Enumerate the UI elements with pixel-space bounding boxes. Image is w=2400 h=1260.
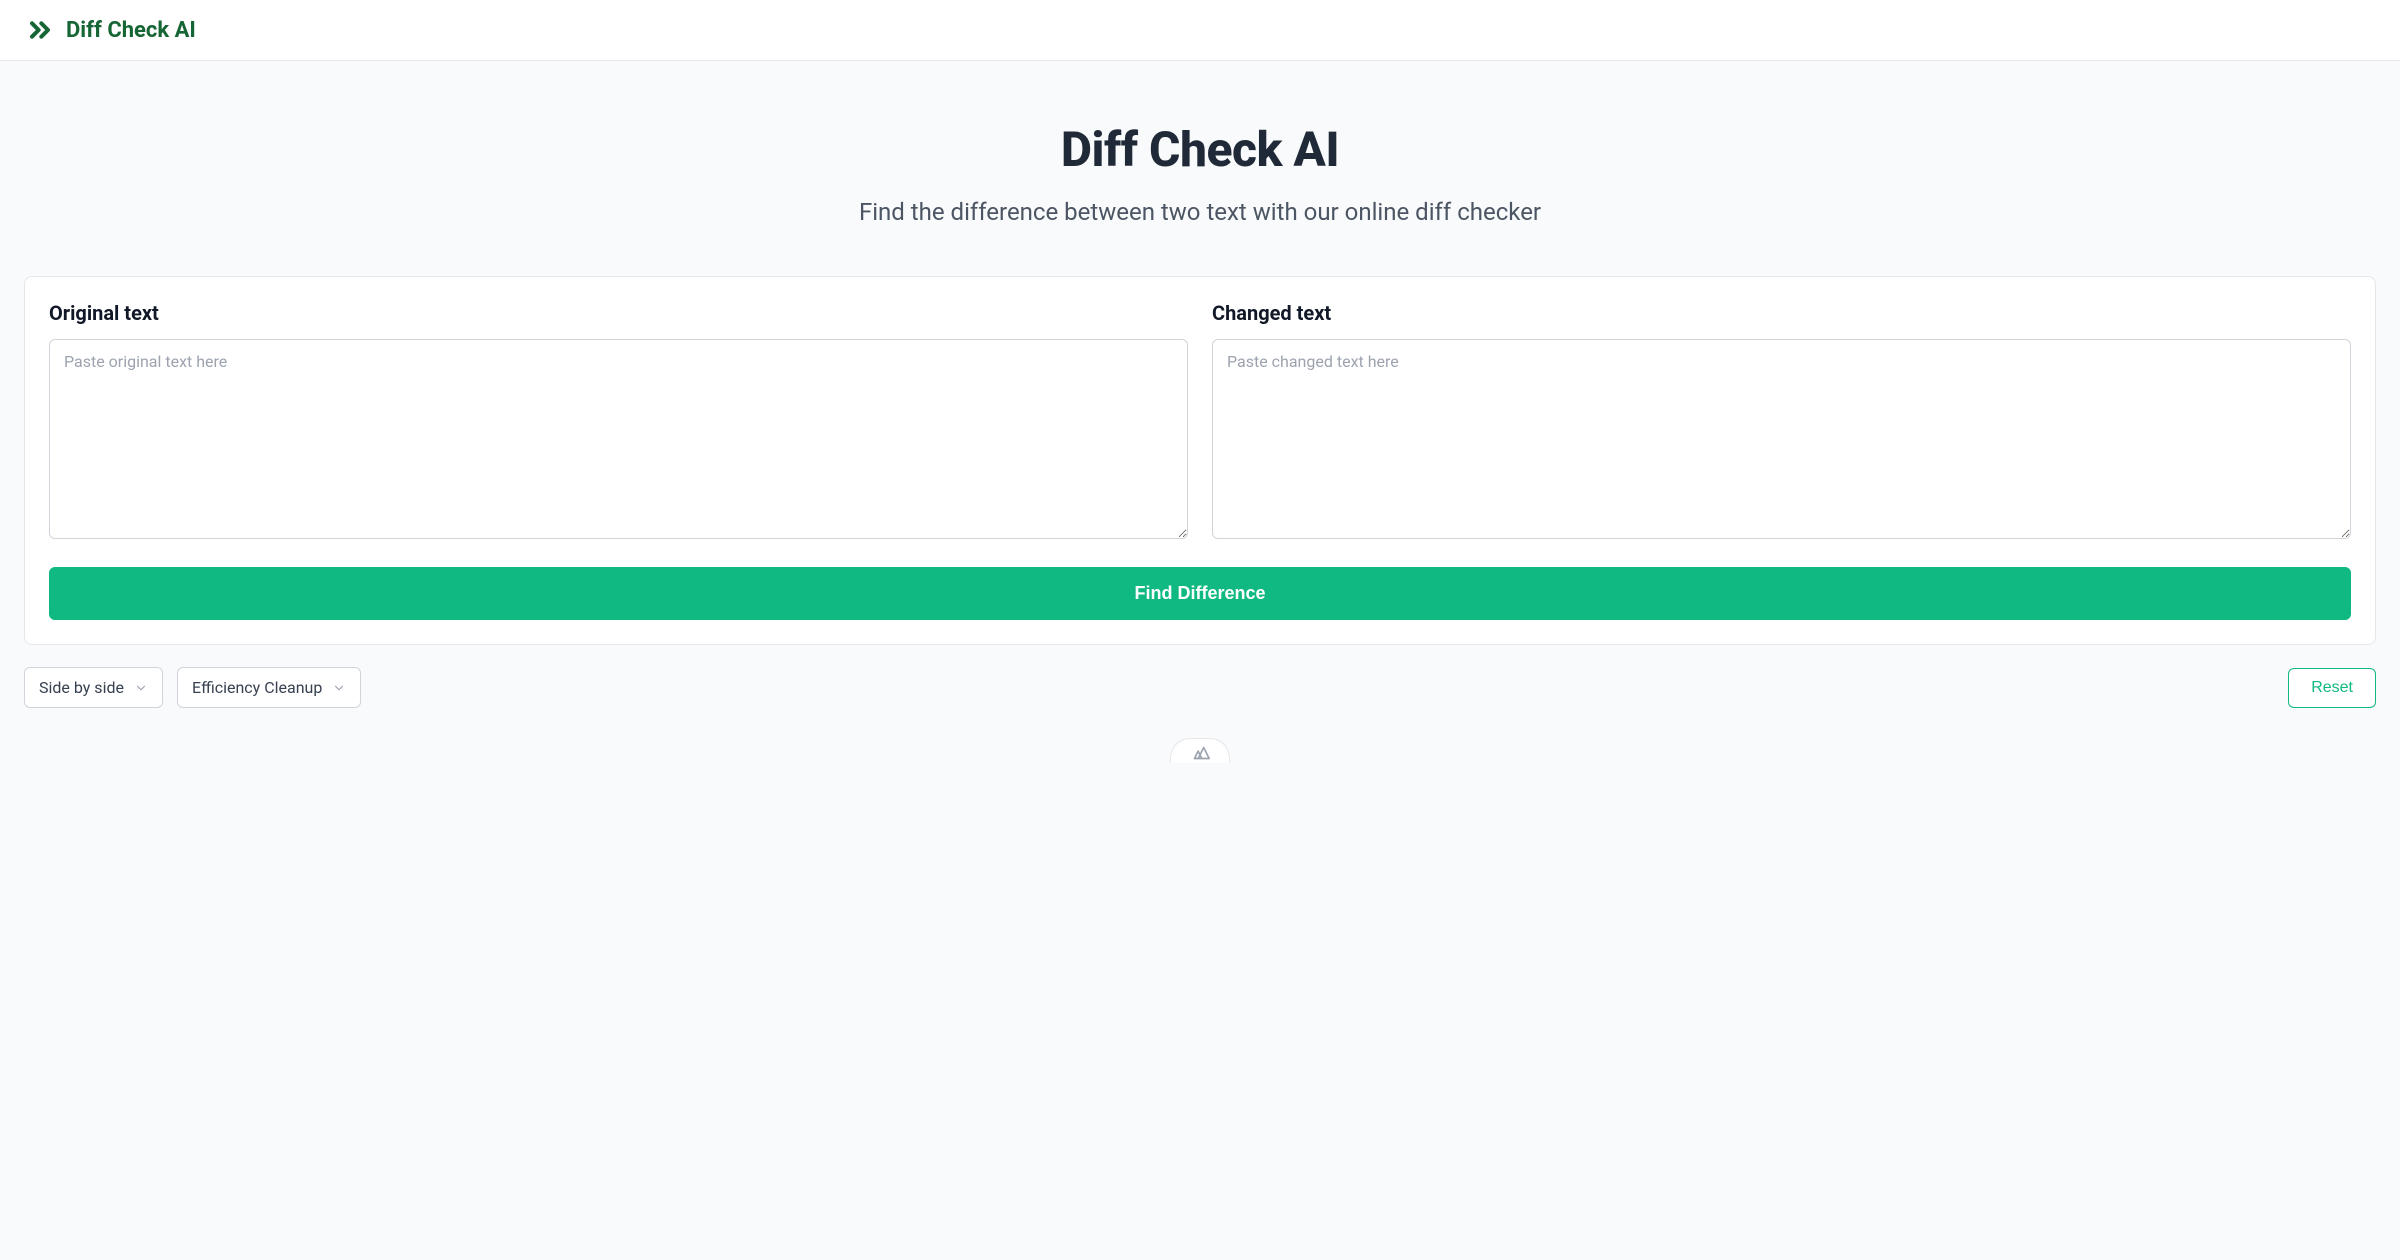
app-header: Diff Check AI xyxy=(0,0,2400,61)
controls-left: Side by side Efficiency Cleanup xyxy=(24,667,361,708)
reset-button[interactable]: Reset xyxy=(2288,668,2376,708)
original-text-input[interactable] xyxy=(49,339,1188,539)
original-text-label: Original text xyxy=(49,301,1188,325)
changed-text-input[interactable] xyxy=(1212,339,2351,539)
text-inputs-grid: Original text Changed text xyxy=(49,301,2351,539)
nuxt-icon xyxy=(1170,738,1230,763)
brand-name: Diff Check AI xyxy=(66,18,196,43)
framework-badge xyxy=(0,730,2400,763)
cleanup-mode-selected: Efficiency Cleanup xyxy=(192,678,322,697)
changed-text-group: Changed text xyxy=(1212,301,2351,539)
page-subtitle: Find the difference between two text wit… xyxy=(20,198,2380,226)
diff-input-card: Original text Changed text Find Differen… xyxy=(24,276,2376,645)
view-mode-dropdown[interactable]: Side by side xyxy=(24,667,163,708)
controls-row: Side by side Efficiency Cleanup Reset xyxy=(0,645,2400,730)
view-mode-selected: Side by side xyxy=(39,678,124,697)
chevrons-right-icon xyxy=(24,14,56,46)
find-difference-button[interactable]: Find Difference xyxy=(49,567,2351,620)
cleanup-mode-dropdown[interactable]: Efficiency Cleanup xyxy=(177,667,361,708)
hero-section: Diff Check AI Find the difference betwee… xyxy=(0,61,2400,276)
chevron-down-icon xyxy=(332,681,346,695)
chevron-down-icon xyxy=(134,681,148,695)
page-title: Diff Check AI xyxy=(20,121,2380,178)
original-text-group: Original text xyxy=(49,301,1188,539)
changed-text-label: Changed text xyxy=(1212,301,2351,325)
